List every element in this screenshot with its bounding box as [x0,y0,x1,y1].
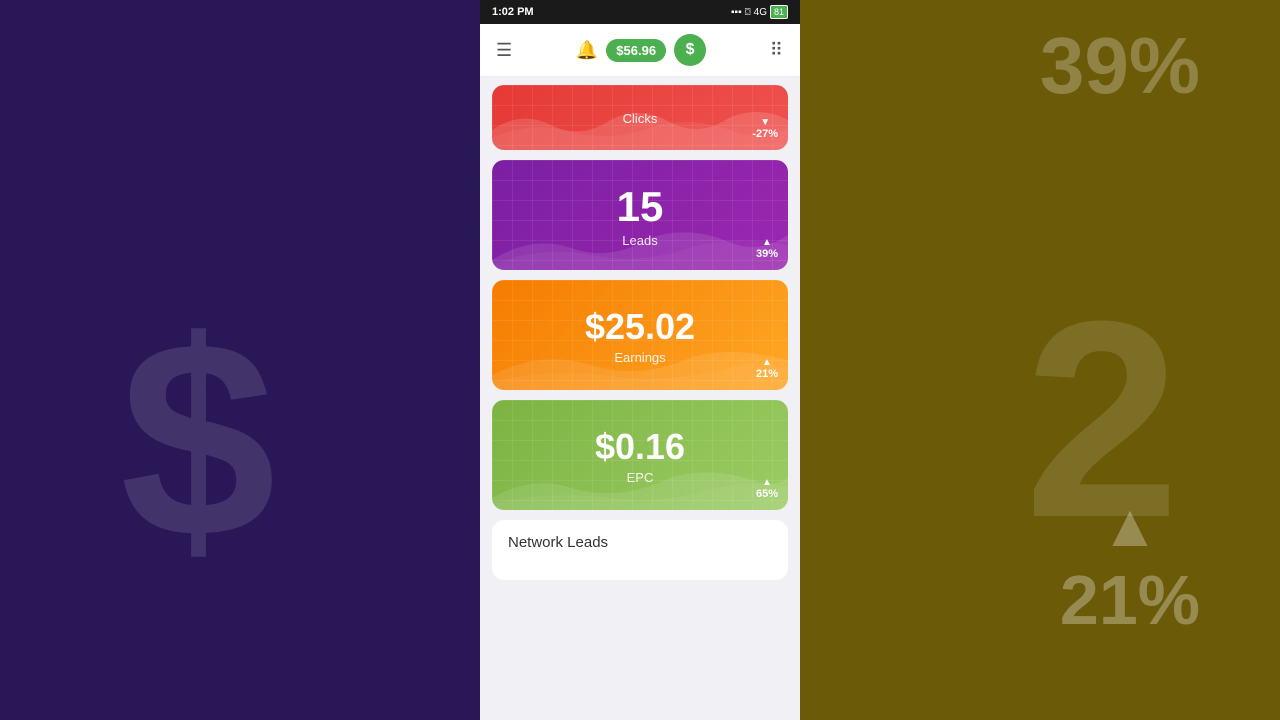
epc-card: $0.16 EPC ▲ 65% [492,400,788,510]
clicks-arrow-down: ▼ [760,117,770,128]
leads-badge: ▲ 39% [756,237,778,260]
clicks-change: -27% [752,128,778,140]
earnings-change: 21% [756,368,778,380]
epc-change: 65% [756,488,778,500]
epc-arrow-up: ▲ [762,477,772,488]
app-header: ☰ 🔔 $56.96 $ ⠿ [480,24,800,77]
earnings-label: Earnings [614,350,665,365]
epc-value: $0.16 [595,426,685,468]
content-area: Clicks ▼ -27% 15 Leads ▲ 39% [480,77,800,720]
bg-percent-bottom: 21% [1060,560,1200,640]
status-bar: 1:02 PM ▪▪▪ ⌼ 4G 81 [480,0,800,24]
network-leads-card: Network Leads [492,520,788,580]
wifi-icon: ⌼ [745,7,751,18]
leads-arrow-up: ▲ [762,237,772,248]
earnings-wave [492,340,788,390]
earnings-value: $25.02 [585,306,695,348]
phone-container: 1:02 PM ▪▪▪ ⌼ 4G 81 ☰ 🔔 $56.96 $ ⠿ Click… [480,0,800,720]
status-time: 1:02 PM [492,6,534,18]
clicks-label: Clicks [623,111,658,126]
clicks-badge: ▼ -27% [752,117,778,140]
bg-dollar-sign: $ [120,280,276,601]
lte-icon: 4G [754,7,767,18]
earnings-badge: ▲ 21% [756,357,778,380]
clicks-card: Clicks ▼ -27% [492,85,788,150]
leads-card: 15 Leads ▲ 39% [492,160,788,270]
hamburger-menu-button[interactable]: ☰ [496,40,512,61]
bg-arrow-percent: ▲ 21% [1060,491,1200,640]
balance-badge[interactable]: $56.96 [606,39,666,62]
status-icons: ▪▪▪ ⌼ 4G 81 [731,5,788,19]
epc-label: EPC [627,470,654,485]
epc-wave [492,460,788,510]
leads-label: Leads [622,233,657,248]
earnings-arrow-up: ▲ [762,357,772,368]
battery-indicator: 81 [770,5,788,19]
header-center: 🔔 $56.96 $ [576,34,706,66]
dollar-icon: $ [686,41,695,59]
epc-badge: ▲ 65% [756,477,778,500]
dollar-button[interactable]: $ [674,34,706,66]
bg-arrow-up-icon: ▲ [1100,491,1159,560]
signal-icon: ▪▪▪ [731,7,742,18]
bg-percent-top: 39% [1040,20,1200,112]
grid-menu-button[interactable]: ⠿ [770,40,784,61]
leads-change: 39% [756,248,778,260]
network-leads-title: Network Leads [508,534,608,551]
leads-value: 15 [617,183,664,231]
bell-icon[interactable]: 🔔 [576,40,598,61]
earnings-card: $25.02 Earnings ▲ 21% [492,280,788,390]
